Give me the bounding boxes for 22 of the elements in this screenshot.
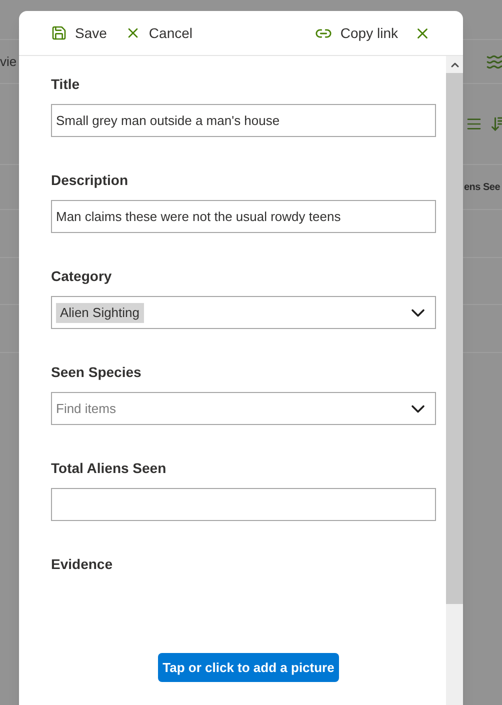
field-label: Title: [51, 75, 80, 94]
copy-link-button[interactable]: Copy link: [315, 22, 398, 44]
save-icon: [51, 25, 67, 41]
list-icon: [466, 116, 482, 132]
field-label: Total Aliens Seen: [51, 459, 166, 478]
save-button[interactable]: Save: [51, 22, 107, 44]
selected-tag: Alien Sighting: [56, 302, 144, 322]
text-field[interactable]: Man claims these were not the usual rowdy teens: [51, 200, 436, 233]
field-label: Evidence: [51, 555, 112, 574]
scrollbar[interactable]: [446, 56, 463, 705]
cancel-button[interactable]: Cancel: [124, 22, 193, 44]
view-label: vie: [0, 52, 17, 71]
column-header: ens See: [464, 180, 500, 194]
dropdown-field[interactable]: Find items: [51, 392, 436, 425]
field-label: Seen Species: [51, 363, 142, 382]
field-label: Category: [51, 267, 112, 286]
field-label: Description: [51, 171, 128, 190]
dropdown-field[interactable]: Alien Sighting: [51, 296, 436, 329]
text-field[interactable]: Small grey man outside a man's house: [51, 104, 436, 137]
field-placeholder: Find items: [56, 400, 116, 418]
add-picture-button[interactable]: Tap or click to add a picture: [158, 653, 340, 682]
text-field[interactable]: [51, 488, 436, 521]
